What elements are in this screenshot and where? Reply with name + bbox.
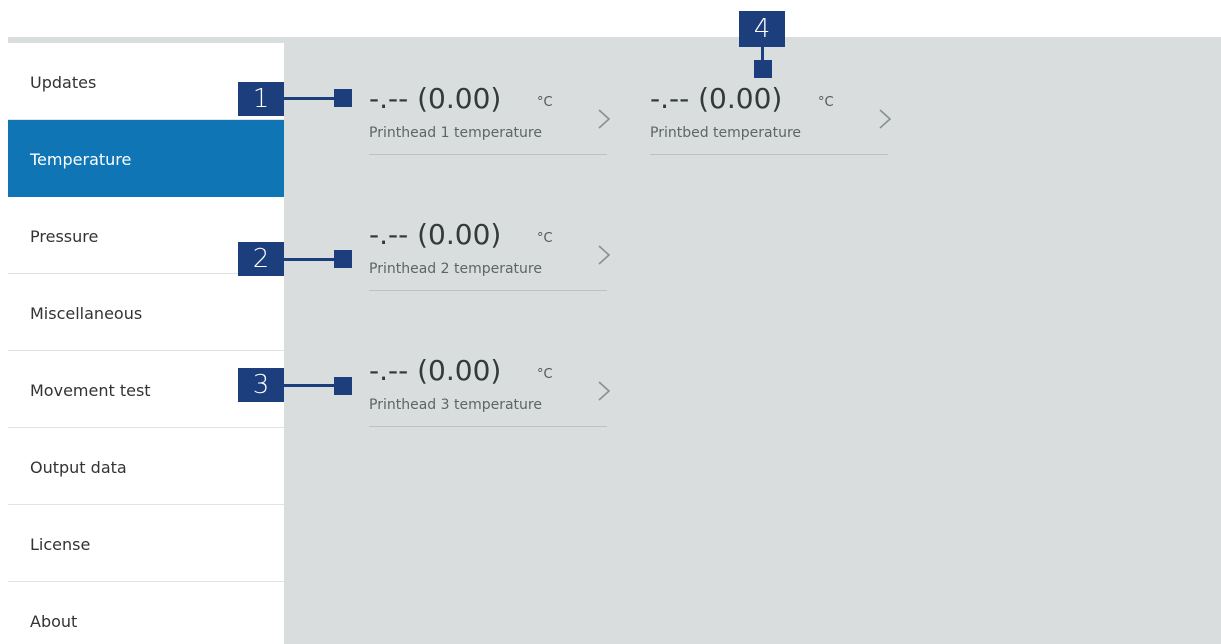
sidebar-item-output-data[interactable]: Output data [8,428,284,505]
sidebar: Updates Temperature Pressure Miscellaneo… [8,43,284,644]
callout-1: 1 [238,82,284,116]
tile-label: Printhead 2 temperature [369,261,542,277]
temperature-unit: °C [537,95,553,110]
callout-3-marker [334,377,352,395]
sidebar-item-temperature[interactable]: Temperature [8,120,284,197]
sidebar-item-label: Output data [30,458,127,477]
temperature-unit: °C [818,95,834,110]
printhead-3-temperature-tile[interactable]: -.-- (0.00) °C Printhead 3 temperature [369,354,611,427]
callout-4-marker [754,60,772,78]
callout-1-line [284,97,334,100]
printhead-2-temperature-tile[interactable]: -.-- (0.00) °C Printhead 2 temperature [369,218,611,291]
screenshot-stage: Updates Temperature Pressure Miscellaneo… [0,0,1221,644]
temperature-unit: °C [537,367,553,382]
callout-2-marker [334,250,352,268]
sidebar-item-label: License [30,535,91,554]
callout-1-marker [334,89,352,107]
printbed-temperature-tile[interactable]: -.-- (0.00) °C Printbed temperature [650,82,892,155]
callout-3: 3 [238,368,284,402]
chevron-right-icon [598,109,611,129]
temperature-value: -.-- (0.00) [650,82,783,115]
sidebar-item-label: Movement test [30,381,151,400]
callout-4-line [761,47,764,61]
sidebar-item-label: Miscellaneous [30,304,143,323]
sidebar-item-label: About [30,612,78,631]
temperature-value: -.-- (0.00) [369,354,502,387]
app-window: Updates Temperature Pressure Miscellaneo… [8,37,1221,644]
printhead-1-temperature-tile[interactable]: -.-- (0.00) °C Printhead 1 temperature [369,82,611,155]
callout-2-line [284,258,334,261]
tile-label: Printhead 3 temperature [369,397,542,413]
sidebar-item-label: Temperature [30,150,132,169]
sidebar-item-miscellaneous[interactable]: Miscellaneous [8,274,284,351]
callout-4: 4 [739,11,785,47]
chevron-right-icon [879,109,892,129]
callout-2: 2 [238,242,284,276]
chevron-right-icon [598,245,611,265]
tile-label: Printhead 1 temperature [369,125,542,141]
callout-3-line [284,384,334,387]
sidebar-item-label: Pressure [30,227,99,246]
sidebar-item-about[interactable]: About [8,582,284,644]
tile-label: Printbed temperature [650,125,802,141]
sidebar-item-label: Updates [30,73,97,92]
temperature-value: -.-- (0.00) [369,82,502,115]
temperature-value: -.-- (0.00) [369,218,502,251]
sidebar-item-license[interactable]: License [8,505,284,582]
temperature-unit: °C [537,231,553,246]
chevron-right-icon [598,381,611,401]
